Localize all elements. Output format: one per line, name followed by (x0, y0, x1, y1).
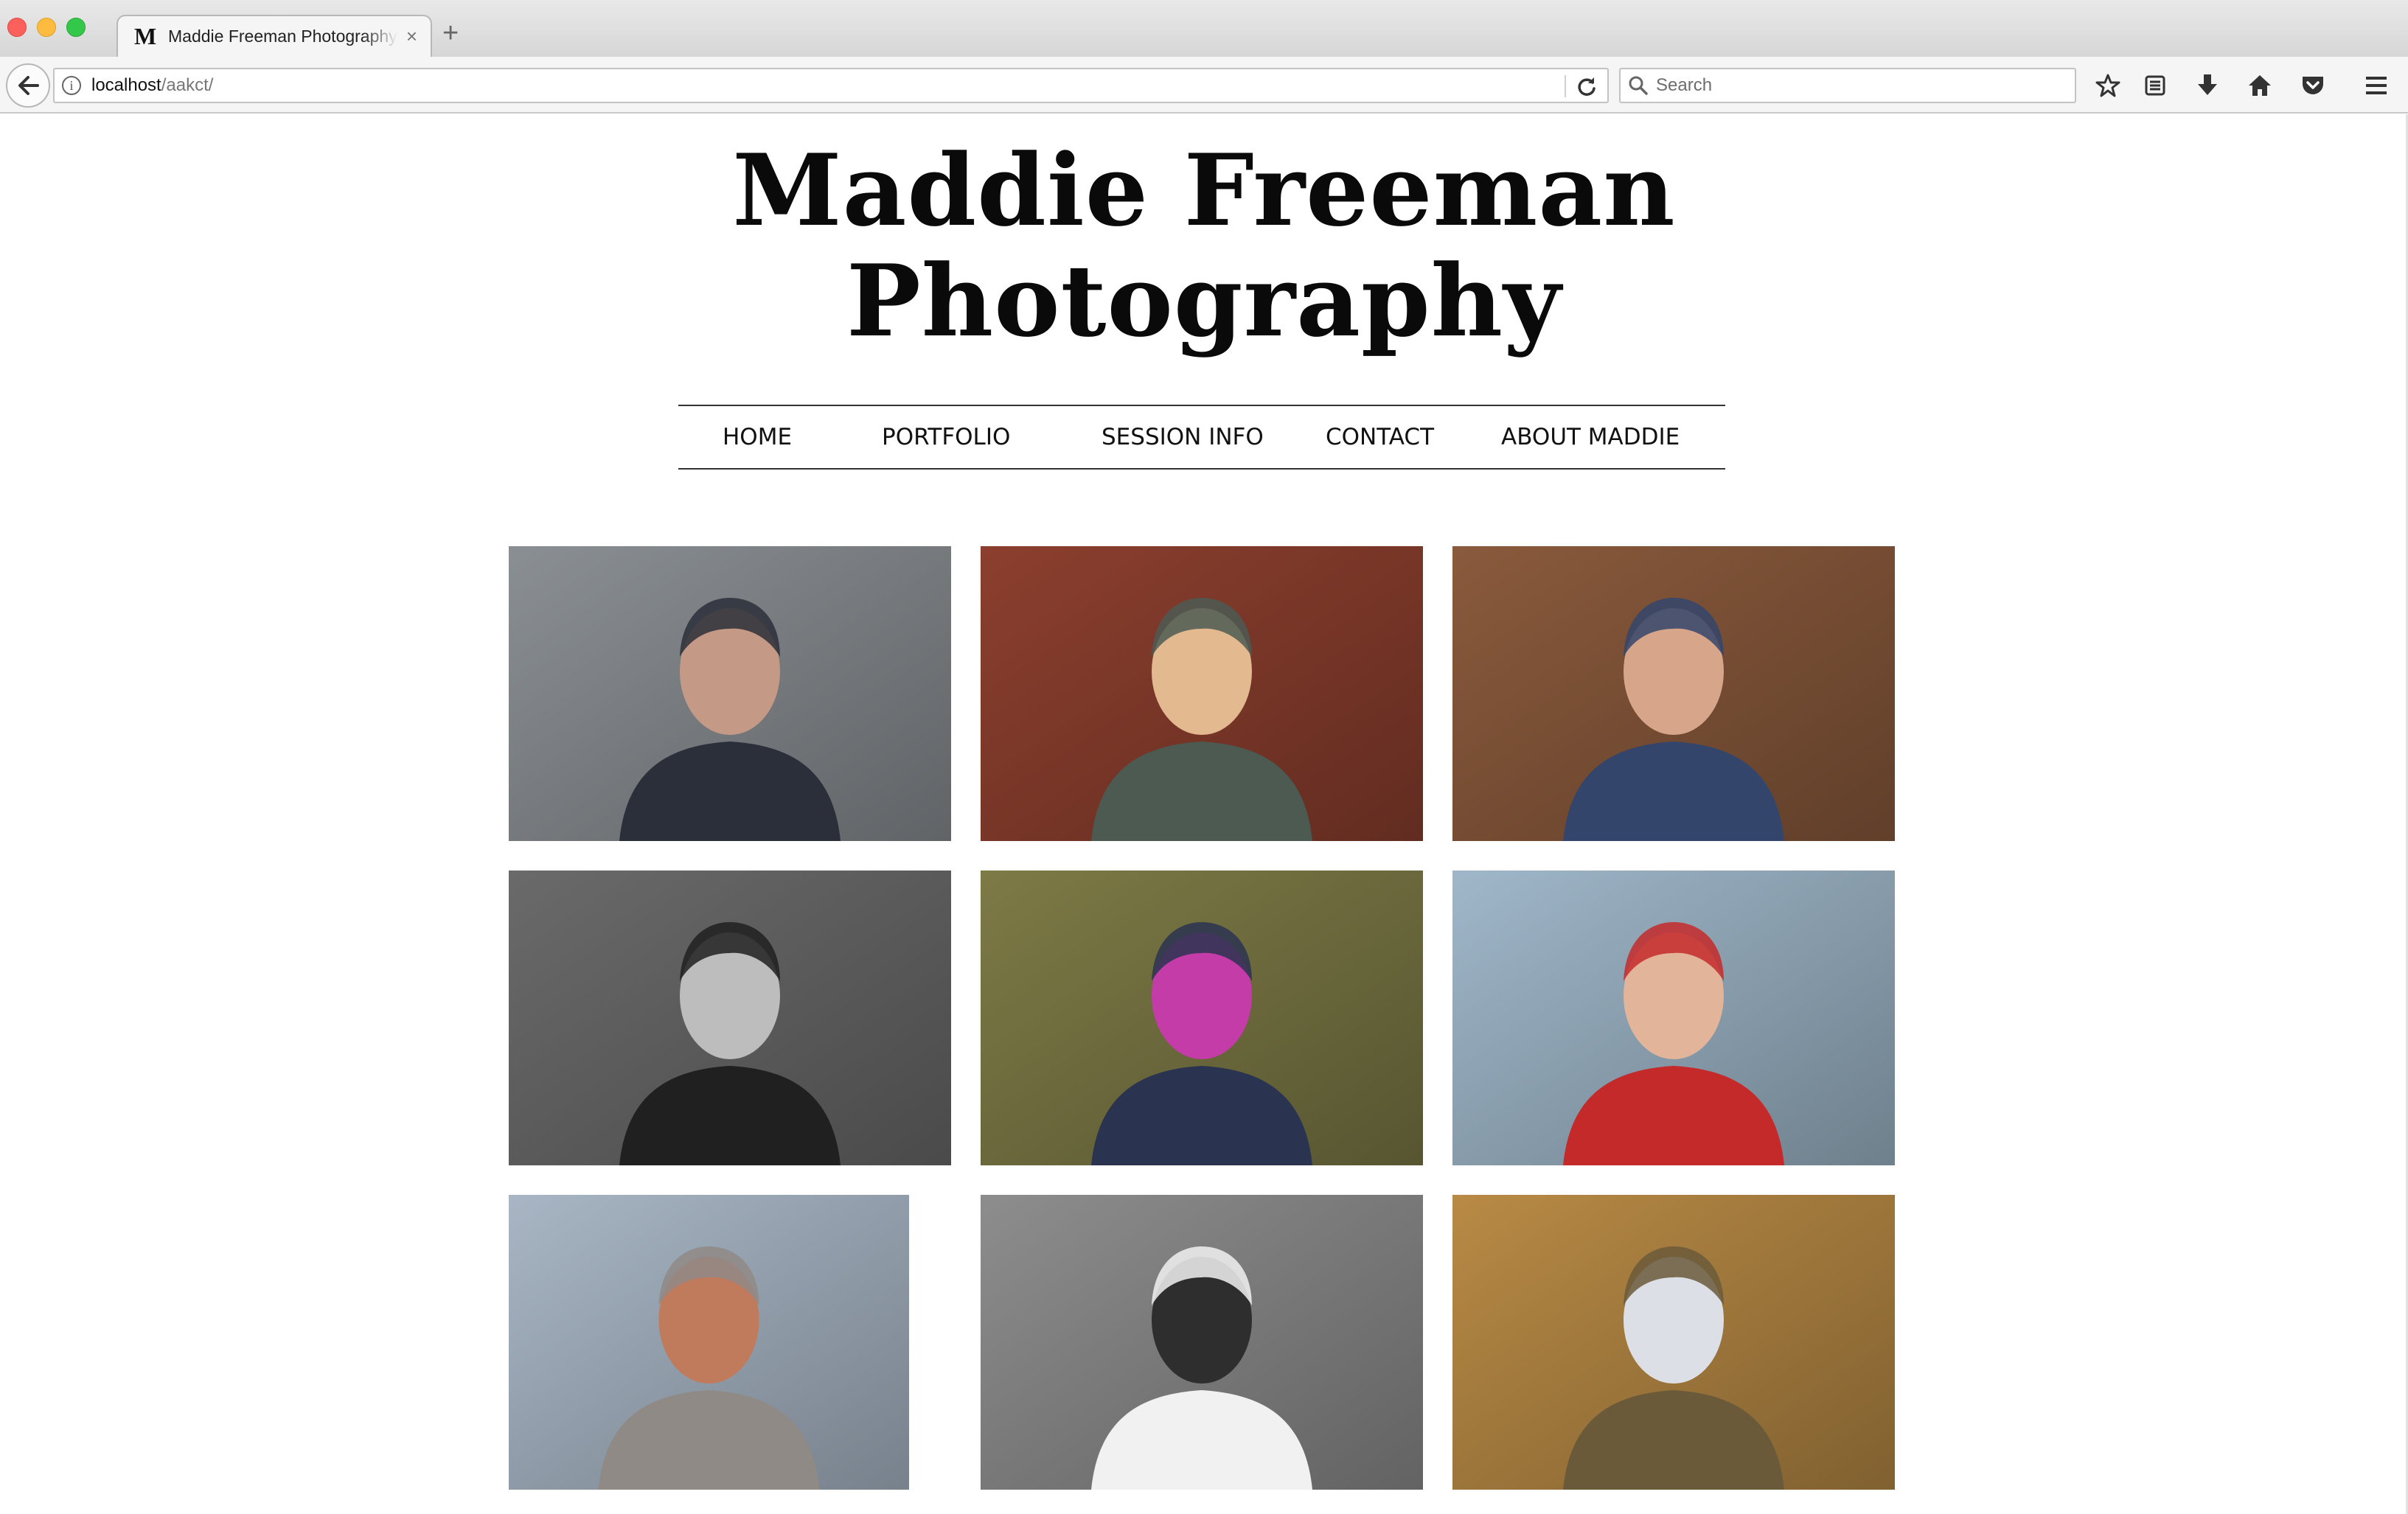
url-bar-divider (1565, 75, 1566, 97)
back-button[interactable] (6, 63, 50, 108)
gallery-photo[interactable] (1452, 546, 1895, 841)
download-icon[interactable] (2193, 71, 2221, 100)
site-info-icon[interactable]: i (62, 76, 81, 95)
photo-gallery (509, 546, 1895, 1490)
home-icon[interactable] (2246, 71, 2274, 100)
close-window-button[interactable] (7, 18, 27, 37)
search-placeholder: Search (1656, 75, 1713, 95)
couple-in-park-photo (981, 871, 1423, 1165)
gallery-photo[interactable] (1452, 871, 1895, 1165)
site-title-line1: Maddie Freeman (732, 132, 1676, 248)
menu-icon[interactable] (2362, 71, 2390, 100)
url-path: /aakct/ (161, 75, 214, 95)
web-page: Maddie Freeman Photography HOME PORTFOLI… (0, 114, 2408, 1514)
gallery-photo[interactable] (1452, 1195, 1895, 1490)
zoom-window-button[interactable] (66, 18, 86, 37)
minimize-window-button[interactable] (37, 18, 56, 37)
woman-golden-field-photo (1452, 1195, 1895, 1490)
nav-home[interactable]: HOME (723, 406, 792, 468)
browser-tab-active[interactable]: M Maddie Freeman Photography × (116, 15, 432, 57)
url-host: localhost (91, 75, 161, 95)
reload-icon[interactable] (1575, 75, 1598, 99)
older-man-plaid-shirt-indoors-photo (1452, 546, 1895, 841)
tab-close-icon[interactable]: × (406, 25, 417, 48)
young-man-black-and-white-brick-photo (509, 871, 951, 1165)
young-woman-red-scarf-photo (1452, 871, 1895, 1165)
reading-list-icon[interactable] (2141, 71, 2169, 100)
pocket-icon[interactable] (2299, 71, 2327, 100)
woman-smiling-black-and-white-tree-photo (981, 1195, 1423, 1490)
gallery-photo[interactable] (981, 871, 1423, 1165)
nav-contact[interactable]: CONTACT (1326, 406, 1434, 468)
site-title: Maddie Freeman Photography (0, 135, 2408, 356)
gallery-photo[interactable] (509, 1195, 909, 1490)
new-tab-button[interactable]: + (442, 18, 459, 49)
gallery-photo[interactable] (981, 546, 1423, 841)
gallery-photo[interactable] (509, 871, 951, 1165)
woman-laughing-by-lake-photo (509, 1195, 909, 1490)
tab-title: Maddie Freeman Photography (168, 27, 397, 46)
browser-navbar: i localhost/aakct/ Search (0, 57, 2408, 114)
search-icon (1629, 76, 1648, 95)
nav-portfolio[interactable]: PORTFOLIO (882, 406, 1010, 468)
back-arrow-icon (18, 76, 39, 95)
nav-session-info[interactable]: SESSION INFO (1102, 406, 1264, 468)
url-bar[interactable]: i localhost/aakct/ (53, 68, 1609, 103)
site-navigation: HOME PORTFOLIO SESSION INFO CONTACT ABOU… (678, 405, 1725, 470)
blonde-woman-brick-wall-portrait-photo (981, 546, 1423, 841)
nav-about-maddie[interactable]: ABOUT MADDIE (1501, 406, 1680, 468)
browser-tabstrip: M Maddie Freeman Photography × + (0, 0, 2408, 57)
site-title-line2: Photography (846, 243, 1562, 359)
star-icon[interactable] (2094, 71, 2122, 100)
man-with-glasses-outdoor-portrait-photo (509, 546, 951, 841)
site-favicon-icon: M (134, 23, 157, 49)
gallery-photo[interactable] (981, 1195, 1423, 1490)
search-bar[interactable]: Search (1619, 68, 2076, 103)
gallery-photo[interactable] (509, 546, 951, 841)
